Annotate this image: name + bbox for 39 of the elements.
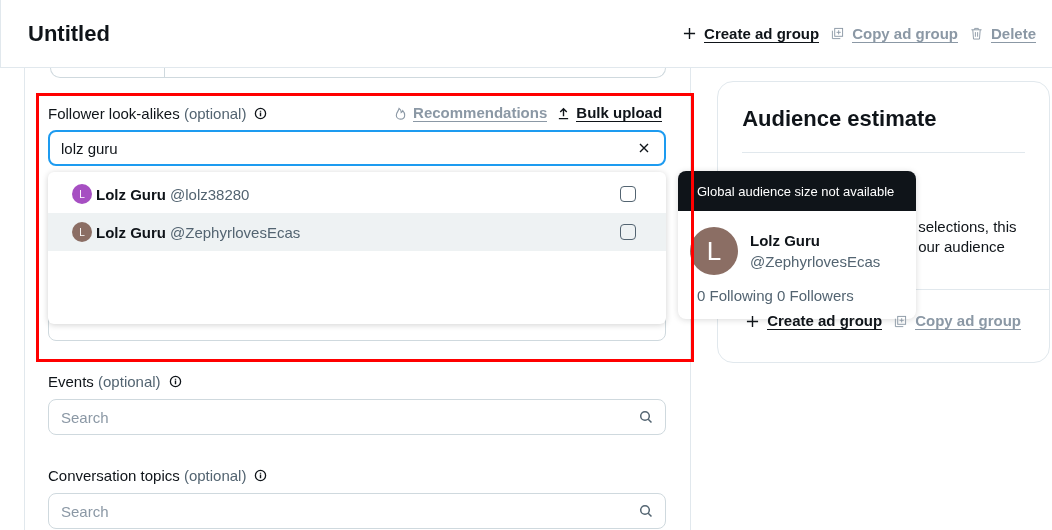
field-label: Events (optional) xyxy=(48,372,161,390)
info-icon[interactable] xyxy=(168,374,182,388)
account-handle: @ZephyrlovesEcas xyxy=(170,223,301,241)
card-text: selections, this xyxy=(918,217,1018,237)
profile-name: Lolz Guru xyxy=(750,232,821,249)
copy-icon xyxy=(831,27,845,40)
copy-icon xyxy=(894,314,908,328)
search-field[interactable]: lolz guru xyxy=(48,130,667,166)
section-link[interactable]: Bulk upload xyxy=(576,104,663,122)
search-field[interactable]: Search xyxy=(48,399,667,435)
card-text: our audience xyxy=(918,237,1006,257)
result-row[interactable]: L Lolz Guru @lolz38280 xyxy=(48,175,667,213)
field-label: Conversation topics (optional) xyxy=(48,466,247,484)
plus-icon xyxy=(683,27,697,40)
avatar: L xyxy=(72,222,92,242)
card-title: Audience estimate xyxy=(742,106,938,132)
close-icon[interactable] xyxy=(639,143,650,153)
search-icon xyxy=(639,504,654,518)
profile-handle: @ZephyrlovesEcas xyxy=(750,253,881,270)
plus-icon xyxy=(746,314,760,328)
flame-icon xyxy=(394,106,408,120)
account-handle: @lolz38280 xyxy=(170,185,250,203)
trash-icon xyxy=(969,27,983,40)
result-row[interactable]: L Lolz Guru @ZephyrlovesEcas xyxy=(48,213,667,251)
page-title: Untitled xyxy=(28,20,110,47)
field-label: Follower look-alikes (optional) xyxy=(48,104,247,122)
upload-icon xyxy=(557,106,571,120)
popup-message: Global audience size not available xyxy=(697,183,895,199)
follow-stats: 0 Following 0 Followers xyxy=(696,286,855,304)
checkbox[interactable] xyxy=(620,224,637,240)
info-icon[interactable] xyxy=(254,468,268,482)
account-name: Lolz Guru xyxy=(96,223,166,241)
avatar: L xyxy=(72,184,92,204)
info-icon[interactable] xyxy=(254,106,268,120)
header-action-link[interactable]: Create ad group xyxy=(704,24,820,43)
search-field[interactable]: Search xyxy=(48,493,667,529)
checkbox[interactable] xyxy=(620,186,637,202)
account-name: Lolz Guru xyxy=(96,185,166,203)
search-icon xyxy=(639,410,654,424)
